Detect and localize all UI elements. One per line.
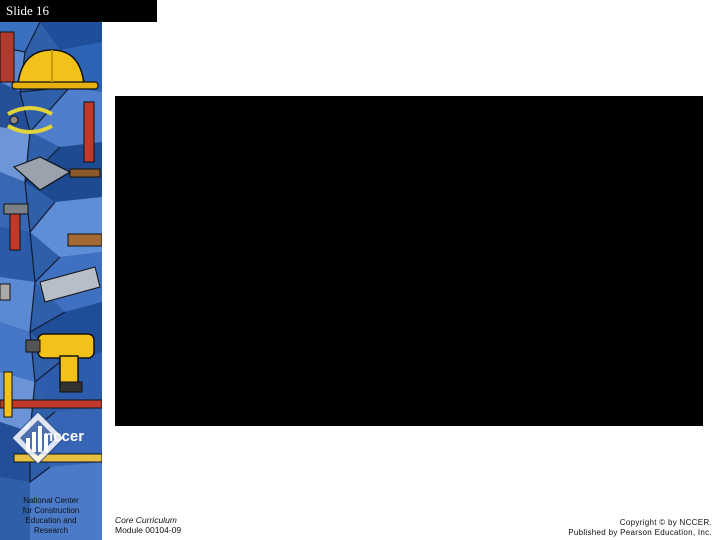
course-title: Core Curriculum <box>115 515 177 525</box>
org-caption-line-1: National Center <box>23 496 79 505</box>
organization-caption: National Center for Construction Educati… <box>8 496 94 536</box>
video-player-area[interactable] <box>115 96 703 426</box>
copyright-line: Copyright © by NCCER. <box>619 518 712 527</box>
pipe-wrench-icon <box>0 31 15 83</box>
course-info: Core Curriculum Module 00104-09 <box>115 515 181 535</box>
slide-number-label: Slide 16 <box>0 0 157 22</box>
org-caption-line-2: for Construction <box>22 506 80 515</box>
module-number: Module 00104-09 <box>115 525 182 535</box>
wrench-icon <box>83 101 95 163</box>
org-caption-line-4: Research <box>33 526 69 535</box>
tools-mosaic-sidebar: nccer <box>0 22 102 540</box>
copyright-info: Copyright © by NCCER. Published by Pears… <box>568 518 712 538</box>
publisher-line: Published by Pearson Education, Inc. <box>568 528 712 537</box>
org-caption-line-3: Education and <box>25 516 77 525</box>
nccer-logo-text: nccer <box>44 428 85 445</box>
nccer-logo: nccer <box>8 408 96 468</box>
